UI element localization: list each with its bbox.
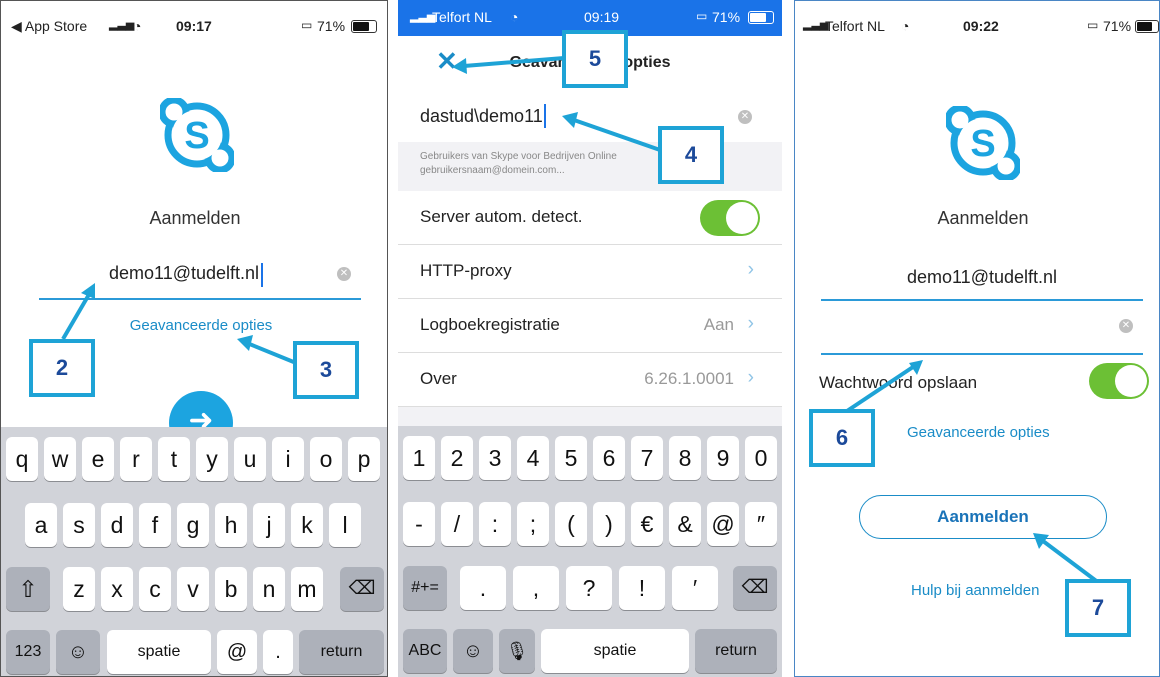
screen-advanced-options: ▂▃▅ Telfort NL ◔ 09:19 ▭ 71% ✕ Geavancee… bbox=[398, 0, 782, 677]
arrow-head-icon bbox=[1033, 533, 1049, 549]
abc-key[interactable]: ABC bbox=[403, 629, 447, 673]
key-6[interactable]: 6 bbox=[593, 436, 625, 480]
key-j[interactable]: j bbox=[253, 503, 285, 547]
callout-5: 5 bbox=[562, 30, 628, 88]
key-h[interactable]: h bbox=[215, 503, 247, 547]
key-comma[interactable]: , bbox=[513, 566, 559, 610]
microphone-icon[interactable]: 🎙 bbox=[499, 629, 535, 673]
key-semicolon[interactable]: ; bbox=[517, 502, 549, 546]
arrow-head-icon bbox=[237, 335, 253, 351]
backspace-icon[interactable]: ⌫ bbox=[733, 566, 777, 610]
space-key[interactable]: spatie bbox=[541, 629, 689, 673]
key-n[interactable]: n bbox=[253, 567, 285, 611]
callout-2: 2 bbox=[29, 339, 95, 397]
key-y[interactable]: y bbox=[196, 437, 228, 481]
key-i[interactable]: i bbox=[272, 437, 304, 481]
callout-7: 7 bbox=[1065, 579, 1131, 637]
shift-icon[interactable]: ⇧ bbox=[6, 567, 50, 611]
key-at[interactable]: @ bbox=[707, 502, 739, 546]
keyboard: 1 2 3 4 5 6 7 8 9 0 - / : ; ( ) € & @ ″ … bbox=[398, 426, 782, 677]
at-key[interactable]: @ bbox=[217, 630, 257, 674]
key-c[interactable]: c bbox=[139, 567, 171, 611]
key-o[interactable]: o bbox=[310, 437, 342, 481]
key-3[interactable]: 3 bbox=[479, 436, 511, 480]
key-dash[interactable]: - bbox=[403, 502, 435, 546]
key-slash[interactable]: / bbox=[441, 502, 473, 546]
space-key[interactable]: spatie bbox=[107, 630, 211, 674]
backspace-icon[interactable]: ⌫ bbox=[340, 567, 384, 611]
key-f[interactable]: f bbox=[139, 503, 171, 547]
key-r[interactable]: r bbox=[120, 437, 152, 481]
key-colon[interactable]: : bbox=[479, 502, 511, 546]
key-m[interactable]: m bbox=[291, 567, 323, 611]
key-7[interactable]: 7 bbox=[631, 436, 663, 480]
key-a[interactable]: a bbox=[25, 503, 57, 547]
symbols-key[interactable]: #+= bbox=[403, 566, 447, 610]
key-t[interactable]: t bbox=[158, 437, 190, 481]
key-apostrophe[interactable]: ′ bbox=[672, 566, 718, 610]
key-1[interactable]: 1 bbox=[403, 436, 435, 480]
key-exclamation[interactable]: ! bbox=[619, 566, 665, 610]
key-0[interactable]: 0 bbox=[745, 436, 777, 480]
key-4[interactable]: 4 bbox=[517, 436, 549, 480]
key-5[interactable]: 5 bbox=[555, 436, 587, 480]
key-z[interactable]: z bbox=[63, 567, 95, 611]
arrow-head-icon bbox=[452, 58, 467, 74]
key-w[interactable]: w bbox=[44, 437, 76, 481]
key-2[interactable]: 2 bbox=[441, 436, 473, 480]
key-ampersand[interactable]: & bbox=[669, 502, 701, 546]
numbers-key[interactable]: 123 bbox=[6, 630, 50, 674]
key-g[interactable]: g bbox=[177, 503, 209, 547]
callout-6: 6 bbox=[809, 409, 875, 467]
return-key[interactable]: return bbox=[695, 629, 777, 673]
screen-signin-password: ▂▃▅ Telfort NL ◔ 09:22 ▭ 71% S Aanmelden… bbox=[794, 0, 1160, 677]
arrow-head-icon bbox=[562, 112, 578, 128]
key-period[interactable]: . bbox=[460, 566, 506, 610]
key-paren-open[interactable]: ( bbox=[555, 502, 587, 546]
screen-signin-email: ◀ App Store ▂▃▅ ◔ 09:17 ▭ 71% S Aanmelde… bbox=[0, 0, 388, 677]
key-l[interactable]: l bbox=[329, 503, 361, 547]
key-euro[interactable]: € bbox=[631, 502, 663, 546]
return-key[interactable]: return bbox=[299, 630, 384, 674]
callout-4: 4 bbox=[658, 126, 724, 184]
callout-3: 3 bbox=[293, 341, 359, 399]
key-q[interactable]: q bbox=[6, 437, 38, 481]
key-x[interactable]: x bbox=[101, 567, 133, 611]
annotation-arrows bbox=[845, 360, 1101, 585]
key-u[interactable]: u bbox=[234, 437, 266, 481]
key-e[interactable]: e bbox=[82, 437, 114, 481]
key-9[interactable]: 9 bbox=[707, 436, 739, 480]
key-d[interactable]: d bbox=[101, 503, 133, 547]
key-v[interactable]: v bbox=[177, 567, 209, 611]
keyboard: q w e r t y u i o p a s d f g h j k l ⇧ … bbox=[1, 427, 387, 676]
dot-key[interactable]: . bbox=[263, 630, 293, 674]
emoji-icon[interactable]: ☺ bbox=[453, 629, 493, 673]
key-paren-close[interactable]: ) bbox=[593, 502, 625, 546]
key-k[interactable]: k bbox=[291, 503, 323, 547]
key-p[interactable]: p bbox=[348, 437, 380, 481]
key-s[interactable]: s bbox=[63, 503, 95, 547]
key-b[interactable]: b bbox=[215, 567, 247, 611]
key-quote[interactable]: ″ bbox=[745, 502, 777, 546]
key-8[interactable]: 8 bbox=[669, 436, 701, 480]
key-question[interactable]: ? bbox=[566, 566, 612, 610]
emoji-icon[interactable]: ☺ bbox=[56, 630, 100, 674]
